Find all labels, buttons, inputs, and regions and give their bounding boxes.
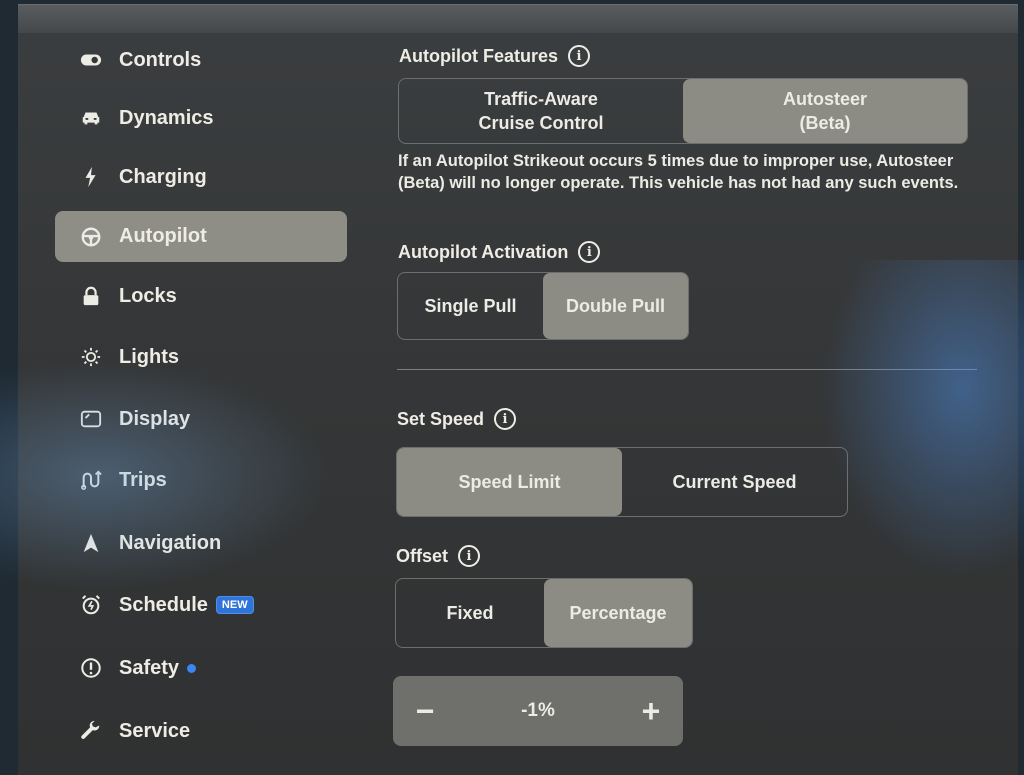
option-double-pull[interactable]: Double Pull (543, 273, 688, 339)
sidebar-item-label: Charging (119, 165, 207, 188)
info-icon[interactable]: i (568, 45, 591, 67)
display-icon (77, 408, 105, 430)
sidebar-item-label: Service (119, 719, 191, 742)
car-icon (77, 107, 105, 129)
option-speed-limit[interactable]: Speed Limit (397, 448, 622, 516)
sidebar-item-label: Lights (119, 345, 179, 368)
sun-icon (77, 346, 105, 368)
offset-stepper: − -1% + (393, 676, 683, 746)
sidebar-item-label: Navigation (119, 531, 222, 554)
sidebar-item-controls[interactable]: Controls (55, 35, 347, 85)
option-traffic-aware-cruise-control[interactable]: Traffic-Aware Cruise Control (399, 79, 683, 143)
sidebar-item-label: Controls (119, 48, 202, 71)
set-speed-title: Set Speed i (397, 408, 517, 430)
section-title-text: Autopilot Activation (398, 241, 569, 262)
trips-icon (77, 469, 105, 491)
option-percentage[interactable]: Percentage (544, 579, 692, 647)
autopilot-features-title: Autopilot Features i (399, 45, 591, 67)
offset-selector: Fixed Percentage (395, 578, 693, 648)
section-title-text: Offset (396, 545, 449, 566)
sidebar-item-label: Dynamics (119, 106, 214, 129)
set-speed-selector: Speed Limit Current Speed (396, 447, 848, 517)
navigation-arrow-icon (77, 532, 105, 554)
sidebar-item-navigation[interactable]: Navigation (55, 518, 347, 568)
sidebar-item-schedule[interactable]: Schedule NEW (55, 580, 347, 630)
section-divider (397, 369, 977, 370)
info-icon[interactable]: i (494, 408, 517, 430)
activation-selector: Single Pull Double Pull (397, 272, 689, 340)
section-title-text: Autopilot Features (399, 45, 559, 66)
sidebar-item-display[interactable]: Display (55, 394, 347, 444)
top-bar (18, 5, 1018, 33)
new-badge: NEW (215, 596, 254, 614)
option-single-pull[interactable]: Single Pull (398, 273, 543, 339)
increment-button[interactable]: + (635, 693, 667, 730)
sidebar-item-label: Trips (119, 468, 167, 491)
offset-title: Offset i (396, 545, 481, 567)
sidebar-item-label: Schedule (119, 593, 208, 616)
section-title-text: Set Speed (397, 408, 485, 429)
sidebar-item-service[interactable]: Service (55, 706, 347, 756)
toggle-icon (77, 49, 105, 71)
alarm-clock-icon (77, 594, 105, 616)
sidebar-item-safety[interactable]: Safety (55, 643, 347, 693)
option-current-speed[interactable]: Current Speed (622, 448, 847, 516)
exclamation-circle-icon (77, 657, 105, 679)
steering-wheel-icon (77, 226, 105, 248)
offset-value: -1% (521, 700, 555, 721)
decrement-button[interactable]: − (409, 693, 441, 730)
sidebar-item-locks[interactable]: Locks (55, 271, 347, 321)
sidebar-item-autopilot[interactable]: Autopilot (55, 211, 347, 262)
option-fixed[interactable]: Fixed (396, 579, 544, 647)
sidebar-item-dynamics[interactable]: Dynamics (55, 93, 347, 143)
info-icon[interactable]: i (578, 241, 601, 263)
autopilot-features-selector: Traffic-Aware Cruise Control Autosteer (… (398, 78, 968, 144)
sidebar-item-trips[interactable]: Trips (55, 455, 347, 505)
lock-icon (77, 285, 105, 307)
autopilot-activation-title: Autopilot Activation i (398, 241, 601, 263)
strikeout-description: If an Autopilot Strikeout occurs 5 times… (398, 152, 959, 192)
info-icon[interactable]: i (458, 545, 481, 567)
sidebar-item-label: Locks (119, 284, 177, 307)
sidebar-item-label: Safety (119, 656, 180, 679)
sidebar-item-lights[interactable]: Lights (55, 332, 347, 382)
notification-dot (187, 663, 197, 673)
wrench-icon (77, 720, 105, 742)
sidebar-item-label: Autopilot (119, 225, 207, 247)
sidebar-item-charging[interactable]: Charging (55, 152, 347, 202)
bolt-icon (77, 166, 105, 188)
option-autosteer-beta[interactable]: Autosteer (Beta) (683, 79, 967, 143)
sidebar-item-label: Display (119, 407, 191, 430)
